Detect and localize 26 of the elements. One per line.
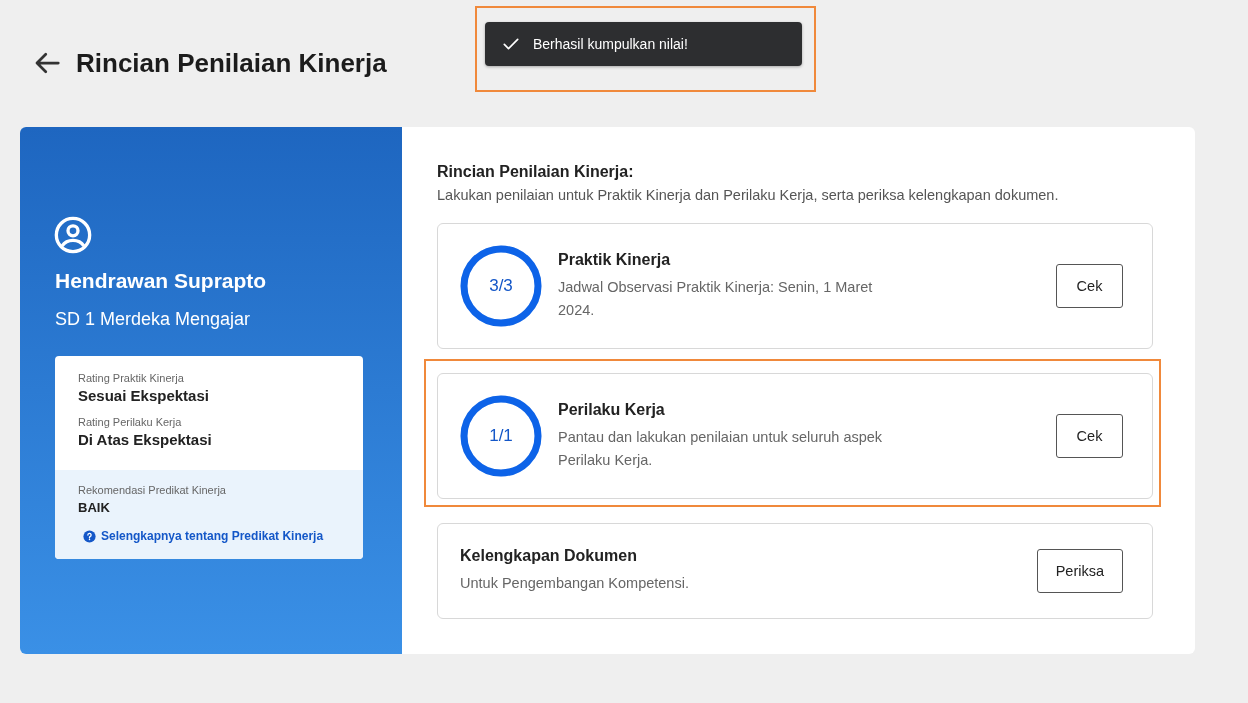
card-description: Jadwal Observasi Praktik Kinerja: Senin, 1 Maret 2024.: [558, 277, 874, 320]
rating-value: Di Atas Ekspektasi: [78, 431, 213, 448]
person-name: Hendrawan Suprapto: [55, 269, 268, 293]
progress-count: 3/3: [489, 276, 513, 296]
help-icon: [83, 529, 96, 543]
recommendation-value: BAIK: [78, 500, 111, 515]
rating-label: Rating Praktik Kinerja: [78, 372, 185, 384]
rating-label: Rating Perilaku Kerja: [78, 416, 183, 428]
card-title: Praktik Kinerja: [558, 250, 672, 269]
progress-count: 1/1: [489, 426, 513, 446]
action-button[interactable]: Cek: [1056, 414, 1123, 458]
card-title: Perilaku Kerja: [558, 400, 666, 419]
page-title: Rincian Penilaian Kinerja: [76, 47, 387, 79]
action-button[interactable]: Cek: [1056, 264, 1123, 308]
school-name: SD 1 Merdeka Mengajar: [55, 309, 252, 330]
toast-message: Berhasil kumpulkan nilai!: [533, 36, 688, 52]
card-title: Kelengkapan Dokumen: [460, 547, 638, 565]
action-button[interactable]: Periksa: [1036, 549, 1123, 593]
card-description: Pantau dan lakukan penilaian untuk seluruh aspek Perilaku Kerja.: [558, 427, 884, 470]
user-profile-icon: [53, 215, 93, 255]
section-description: Lakukan penilaian untuk Praktik Kinerja dan Perilaku Kerja, serta periksa kelengkapan dokumen.: [437, 187, 1060, 203]
card-description: Untuk Pengembangan Kompetensi.: [460, 574, 690, 593]
rating-value: Sesuai Ekspektasi: [78, 387, 210, 404]
section-heading: Rincian Penilaian Kinerja:: [437, 163, 635, 181]
recommendation-label: Rekomendasi Predikat Kinerja: [78, 484, 227, 496]
info-link[interactable]: Selengkapnya tentang Predikat Kinerja: [83, 529, 340, 543]
